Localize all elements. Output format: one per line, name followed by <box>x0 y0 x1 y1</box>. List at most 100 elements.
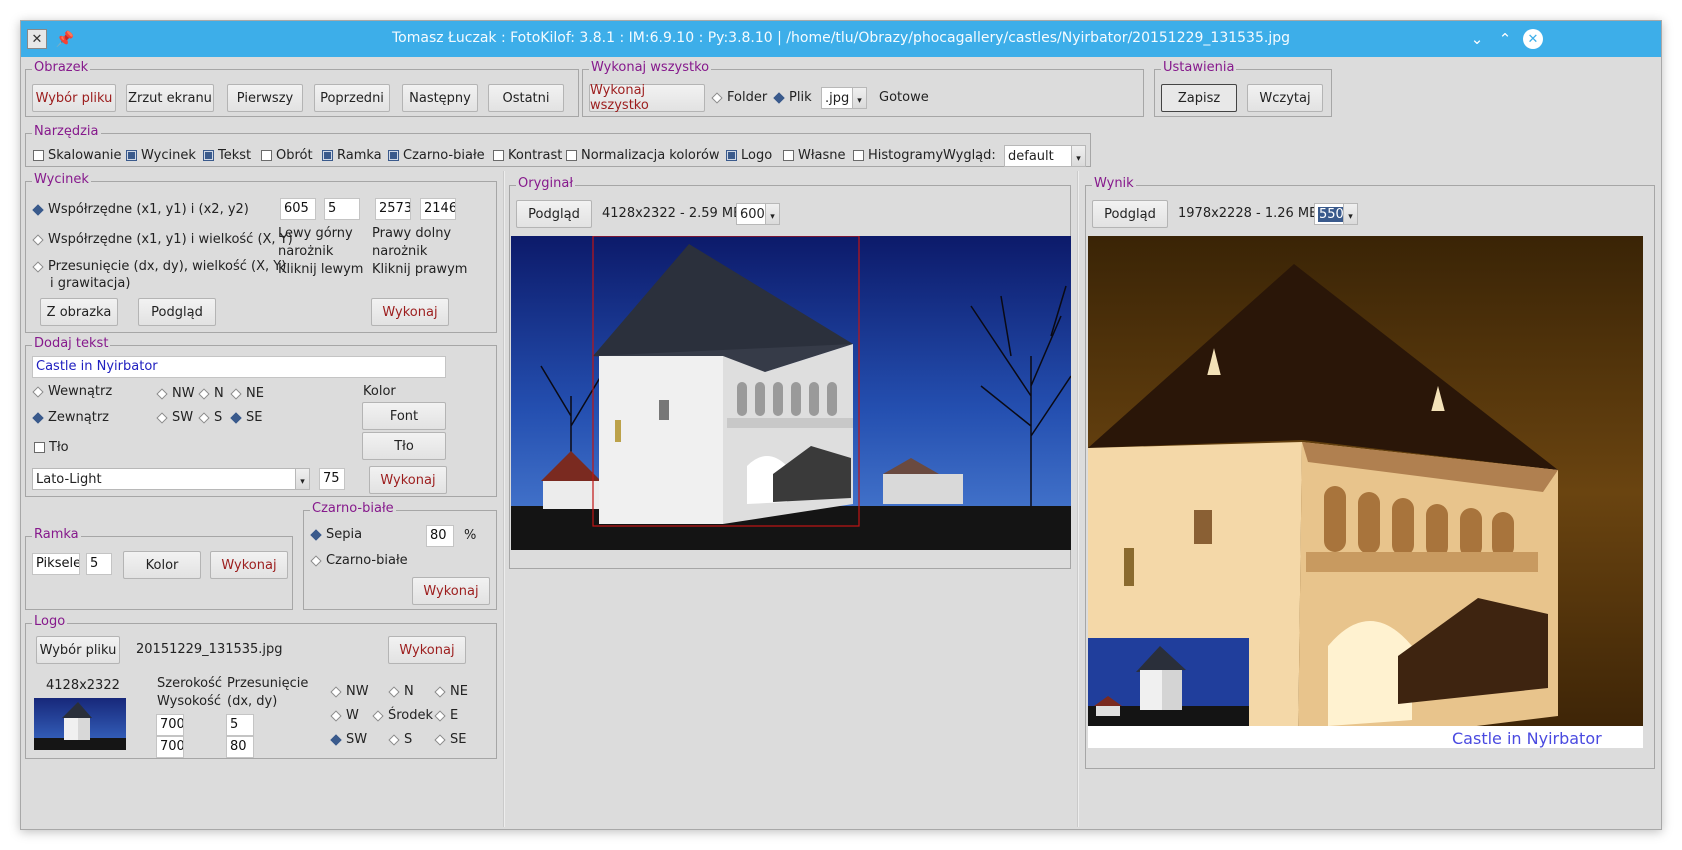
screenshot-button[interactable]: Zrzut ekranu <box>126 84 214 112</box>
logo-filename: 20151229_131535.jpg <box>136 642 283 657</box>
folder-radio[interactable]: Folder <box>711 90 767 105</box>
result-size-select[interactable]: 550 ▾ <box>1314 203 1358 225</box>
crop-x2-input[interactable]: 2573 <box>375 198 411 220</box>
result-caption: Castle in Nyirbator <box>1452 729 1602 748</box>
crop-y1-input[interactable]: 5 <box>324 198 360 220</box>
sepia-value-input[interactable]: 80 <box>426 525 454 547</box>
logo-n-radio[interactable]: N <box>388 684 414 699</box>
text-sw-radio[interactable]: SW <box>156 410 193 425</box>
right-corner-label: Prawy dolny <box>372 226 452 241</box>
logo-se-radio[interactable]: SE <box>434 732 466 747</box>
group-legend: Logo <box>32 614 68 630</box>
crop-from-image-button[interactable]: Z obrazka <box>40 298 118 326</box>
tool-crop-checkbox[interactable]: Wycinek <box>126 148 196 163</box>
border-run-button[interactable]: Wykonaj <box>210 551 288 579</box>
logo-w-radio[interactable]: W <box>330 708 359 723</box>
close-icon[interactable]: ✕ <box>1523 29 1543 49</box>
tool-logo-checkbox[interactable]: Logo <box>726 148 772 163</box>
text-nw-radio[interactable]: NW <box>156 386 195 401</box>
font-color-button[interactable]: Font <box>362 402 446 430</box>
sepia-radio[interactable]: Sepia <box>310 527 362 542</box>
logo-center-radio[interactable]: Środek <box>372 708 433 723</box>
original-info: 4128x2322 - 2.59 MB <box>602 206 743 221</box>
panel-divider[interactable] <box>503 171 505 827</box>
maximize-icon[interactable]: ⌃ <box>1495 29 1515 49</box>
file-radio[interactable]: Plik <box>773 90 812 105</box>
text-input[interactable]: Castle in Nyirbator <box>32 356 446 378</box>
logo-height-input[interactable]: 700 <box>156 736 184 758</box>
group-legend: Czarno-białe <box>310 501 396 517</box>
panel-divider[interactable] <box>1077 171 1079 827</box>
result-preview-button[interactable]: Podgląd <box>1092 200 1168 228</box>
theme-select[interactable]: default ▾ <box>1004 145 1086 167</box>
text-inside-radio[interactable]: Wewnątrz <box>32 384 112 399</box>
right-corner-label-2: narożnik <box>372 244 428 259</box>
pixels-label: Piksele <box>32 553 80 575</box>
logo-choose-file-button[interactable]: Wybór pliku <box>36 636 120 664</box>
right-click-hint: Kliknij prawym <box>372 262 468 277</box>
crop-mode-size-radio[interactable]: Współrzędne (x1, y1) i wielkość (X, Y) <box>32 232 293 247</box>
load-button[interactable]: Wczytaj <box>1247 84 1323 112</box>
logo-dy-input[interactable]: 80 <box>226 736 254 758</box>
tool-normalize-checkbox[interactable]: Normalizacja kolorów <box>566 148 720 163</box>
choose-file-button[interactable]: Wybór pliku <box>32 84 116 112</box>
tool-custom-checkbox[interactable]: Własne <box>783 148 846 163</box>
result-image[interactable] <box>1088 236 1643 748</box>
tool-histogram-checkbox[interactable]: Histogramy <box>853 148 943 163</box>
tool-scaling-checkbox[interactable]: Skalowanie <box>33 148 122 163</box>
color-label: Kolor <box>363 384 396 399</box>
logo-ne-radio[interactable]: NE <box>434 684 468 699</box>
text-se-radio[interactable]: SE <box>230 410 262 425</box>
crop-run-button[interactable]: Wykonaj <box>371 298 449 326</box>
crop-mode-coords-radio[interactable]: Współrzędne (x1, y1) i (x2, y2) <box>32 202 249 217</box>
border-color-button[interactable]: Kolor <box>123 551 201 579</box>
bg-color-button[interactable]: Tło <box>362 432 446 460</box>
crop-y2-input[interactable]: 2146 <box>420 198 456 220</box>
next-button[interactable]: Następny <box>402 84 478 112</box>
logo-sw-radio[interactable]: SW <box>330 732 367 747</box>
text-bg-checkbox[interactable]: Tło <box>34 440 69 455</box>
tool-bw-checkbox[interactable]: Czarno-białe <box>388 148 485 163</box>
tool-text-checkbox[interactable]: Tekst <box>203 148 251 163</box>
text-s-radio[interactable]: S <box>198 410 222 425</box>
original-image[interactable] <box>511 236 1071 550</box>
tool-border-checkbox[interactable]: Ramka <box>322 148 382 163</box>
crop-x1-input[interactable]: 605 <box>280 198 316 220</box>
logo-dx-input[interactable]: 5 <box>226 714 254 736</box>
logo-s-radio[interactable]: S <box>388 732 412 747</box>
crop-mode-gravity-radio[interactable]: Przesunięcie (dx, dy), wielkość (X, Y) <box>32 259 286 274</box>
first-button[interactable]: Pierwszy <box>227 84 303 112</box>
group-obrazek: Obrazek Wybór pliku Zrzut ekranu Pierwsz… <box>25 60 579 117</box>
logo-run-button[interactable]: Wykonaj <box>388 636 466 664</box>
last-button[interactable]: Ostatni <box>488 84 564 112</box>
logo-width-input[interactable]: 700 <box>156 714 184 736</box>
group-run-all: Wykonaj wszystko Wykonaj wszystko Folder… <box>582 60 1144 117</box>
logo-width-label: Szerokość <box>157 676 223 691</box>
logo-offset-label: Przesunięcie <box>227 676 309 691</box>
text-ne-radio[interactable]: NE <box>230 386 264 401</box>
tool-contrast-checkbox[interactable]: Kontrast <box>493 148 562 163</box>
original-preview-button[interactable]: Podgląd <box>516 200 592 228</box>
extension-select[interactable]: .jpg ▾ <box>821 87 867 109</box>
bw-radio[interactable]: Czarno-białe <box>310 553 408 568</box>
tool-rotate-checkbox[interactable]: Obrót <box>261 148 313 163</box>
previous-button[interactable]: Poprzedni <box>314 84 390 112</box>
bw-run-button[interactable]: Wykonaj <box>412 577 490 605</box>
text-outside-radio[interactable]: Zewnątrz <box>32 410 109 425</box>
group-legend: Wycinek <box>32 172 91 188</box>
original-size-select[interactable]: 600 ▾ <box>736 203 780 225</box>
font-select[interactable]: Lato-Light ▾ <box>32 468 310 490</box>
minimize-icon[interactable]: ⌄ <box>1467 29 1487 49</box>
logo-e-radio[interactable]: E <box>434 708 458 723</box>
border-size-input[interactable]: 5 <box>86 553 112 575</box>
text-n-radio[interactable]: N <box>198 386 224 401</box>
group-legend: Obrazek <box>32 60 91 76</box>
run-all-button[interactable]: Wykonaj wszystko <box>589 83 705 113</box>
logo-nw-radio[interactable]: NW <box>330 684 369 699</box>
text-run-button[interactable]: Wykonaj <box>369 466 447 494</box>
save-button[interactable]: Zapisz <box>1161 84 1237 112</box>
crop-preview-button[interactable]: Podgląd <box>138 298 216 326</box>
logo-offset-label-2: (dx, dy) <box>227 694 278 709</box>
chevron-down-icon: ▾ <box>295 469 309 489</box>
font-size-input[interactable]: 75 <box>319 468 345 490</box>
